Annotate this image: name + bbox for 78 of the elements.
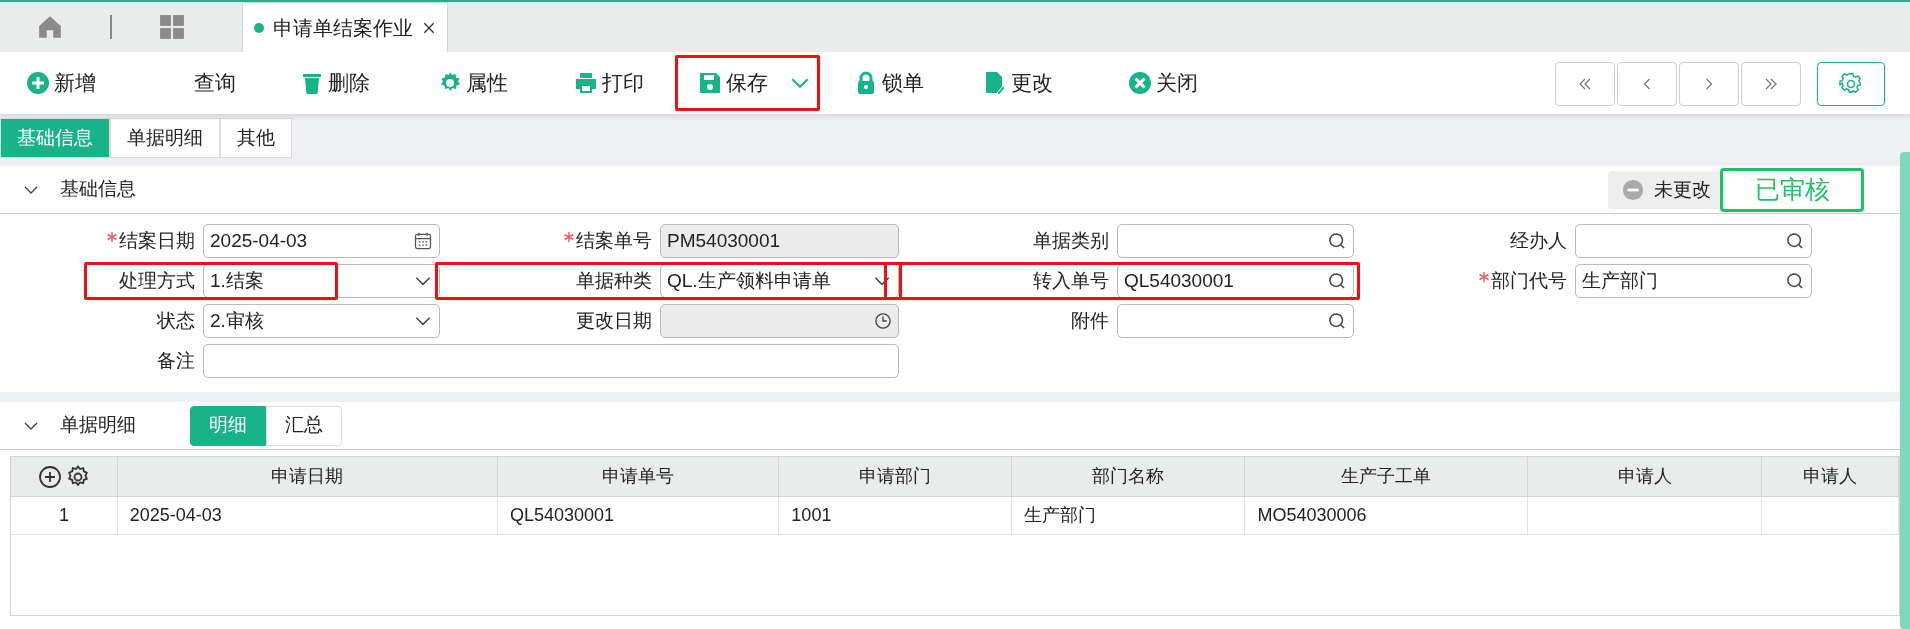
input-field[interactable] (1117, 224, 1354, 258)
search-icon (1327, 231, 1347, 251)
field-label: 单据类别 (1033, 228, 1109, 253)
field-label: 部门代号 (1491, 268, 1567, 293)
dropdown-field[interactable]: 1.结案 (203, 264, 440, 298)
column-header[interactable]: 申请单号 (497, 457, 780, 496)
clock-icon (874, 312, 892, 330)
input-field[interactable] (203, 344, 899, 378)
plus-circle-icon (37, 464, 62, 489)
column-header[interactable]: 申请日期 (117, 457, 498, 496)
search-icon (1785, 231, 1805, 251)
search-icon (1327, 311, 1347, 331)
field-label: 备注 (157, 348, 195, 373)
toolbar-button[interactable]: 属性 (438, 55, 574, 111)
field-label: 单据种类 (576, 268, 652, 293)
previous-button[interactable] (1617, 62, 1677, 106)
last-button[interactable] (1741, 62, 1801, 106)
toolbar-button[interactable]: 锁单 (854, 55, 983, 111)
field-label: 处理方式 (119, 268, 195, 293)
settings-icon (65, 464, 90, 489)
input-field[interactable]: 2025-04-03 (203, 224, 440, 258)
document-tab[interactable]: 申请单结案作业 (242, 2, 448, 52)
column-header[interactable]: 部门名称 (1011, 457, 1246, 496)
column-header[interactable]: 申请部门 (779, 457, 1012, 496)
toolbar-button[interactable]: 保存 (675, 55, 820, 111)
search-icon (1327, 271, 1347, 291)
field-label: 结案日期 (119, 228, 195, 253)
toolbar-button[interactable]: 查询 (194, 55, 300, 111)
table-cell-text: 生产部门 (1023, 504, 1096, 527)
settings-button[interactable] (1817, 62, 1885, 106)
field-label: 结案单号 (576, 228, 652, 253)
home-icon (37, 14, 63, 40)
plus-circle-icon (26, 71, 50, 95)
input-field[interactable]: 生产部门 (1575, 264, 1812, 298)
toolbar-button[interactable]: 删除 (300, 55, 438, 111)
field-label: 经办人 (1510, 228, 1567, 253)
row-number: 1 (58, 504, 69, 527)
settings-icon (1839, 72, 1863, 96)
section-title: 基础信息 (60, 177, 136, 202)
column-header[interactable]: 生产子工单 (1245, 457, 1528, 496)
printer-icon (574, 71, 598, 95)
section-tab[interactable]: 其他 (220, 118, 292, 158)
table-cell-text: QL54030001 (509, 504, 615, 527)
close-circle-icon (1128, 71, 1152, 95)
column-header[interactable]: 申请人 (1762, 457, 1899, 496)
calendar-icon (413, 231, 433, 251)
toolbar-button[interactable]: 更改 (983, 55, 1128, 111)
detail-tab[interactable]: 汇总 (266, 405, 342, 446)
first-button[interactable] (1555, 62, 1615, 106)
toolbar-button[interactable]: 新增 (26, 55, 194, 111)
table-cell-text: 2025-04-03 (129, 504, 222, 527)
input-field[interactable] (1575, 224, 1812, 258)
trash-icon (300, 71, 324, 95)
scrollbar[interactable] (1900, 152, 1910, 629)
grid-icon (159, 14, 185, 40)
dot-icon (253, 21, 265, 34)
section-tab[interactable]: 单据明细 (110, 118, 220, 158)
field-label: 附件 (1071, 308, 1109, 333)
toolbar-button[interactable]: 打印 (574, 55, 675, 111)
approval-stamp: 已审核 (1720, 168, 1864, 212)
next-button[interactable] (1679, 62, 1739, 106)
input-field[interactable] (1117, 304, 1354, 338)
tab-label: 申请单结案作业 (273, 15, 413, 41)
field-label: 状态 (157, 308, 195, 333)
dropdown-field[interactable]: QL.生产领料申请单 (660, 264, 899, 298)
table-cell-text: MO54030006 (1257, 504, 1367, 527)
search-icon (1785, 271, 1805, 291)
toolbar-button[interactable]: 关闭 (1128, 55, 1248, 111)
field-label: 更改日期 (576, 308, 652, 333)
table-cell-text: 1001 (791, 504, 832, 527)
field-label: 转入单号 (1033, 268, 1109, 293)
input-field[interactable]: QL54030001 (1117, 264, 1354, 298)
section-title: 单据明细 (60, 413, 137, 438)
minus-circle-icon (1622, 179, 1644, 201)
dropdown-field[interactable]: 2.审核 (203, 304, 440, 338)
change-status-badge: 未更改 (1608, 171, 1725, 209)
column-header[interactable]: 申请人 (1527, 457, 1763, 496)
document-pen-icon (983, 71, 1007, 95)
